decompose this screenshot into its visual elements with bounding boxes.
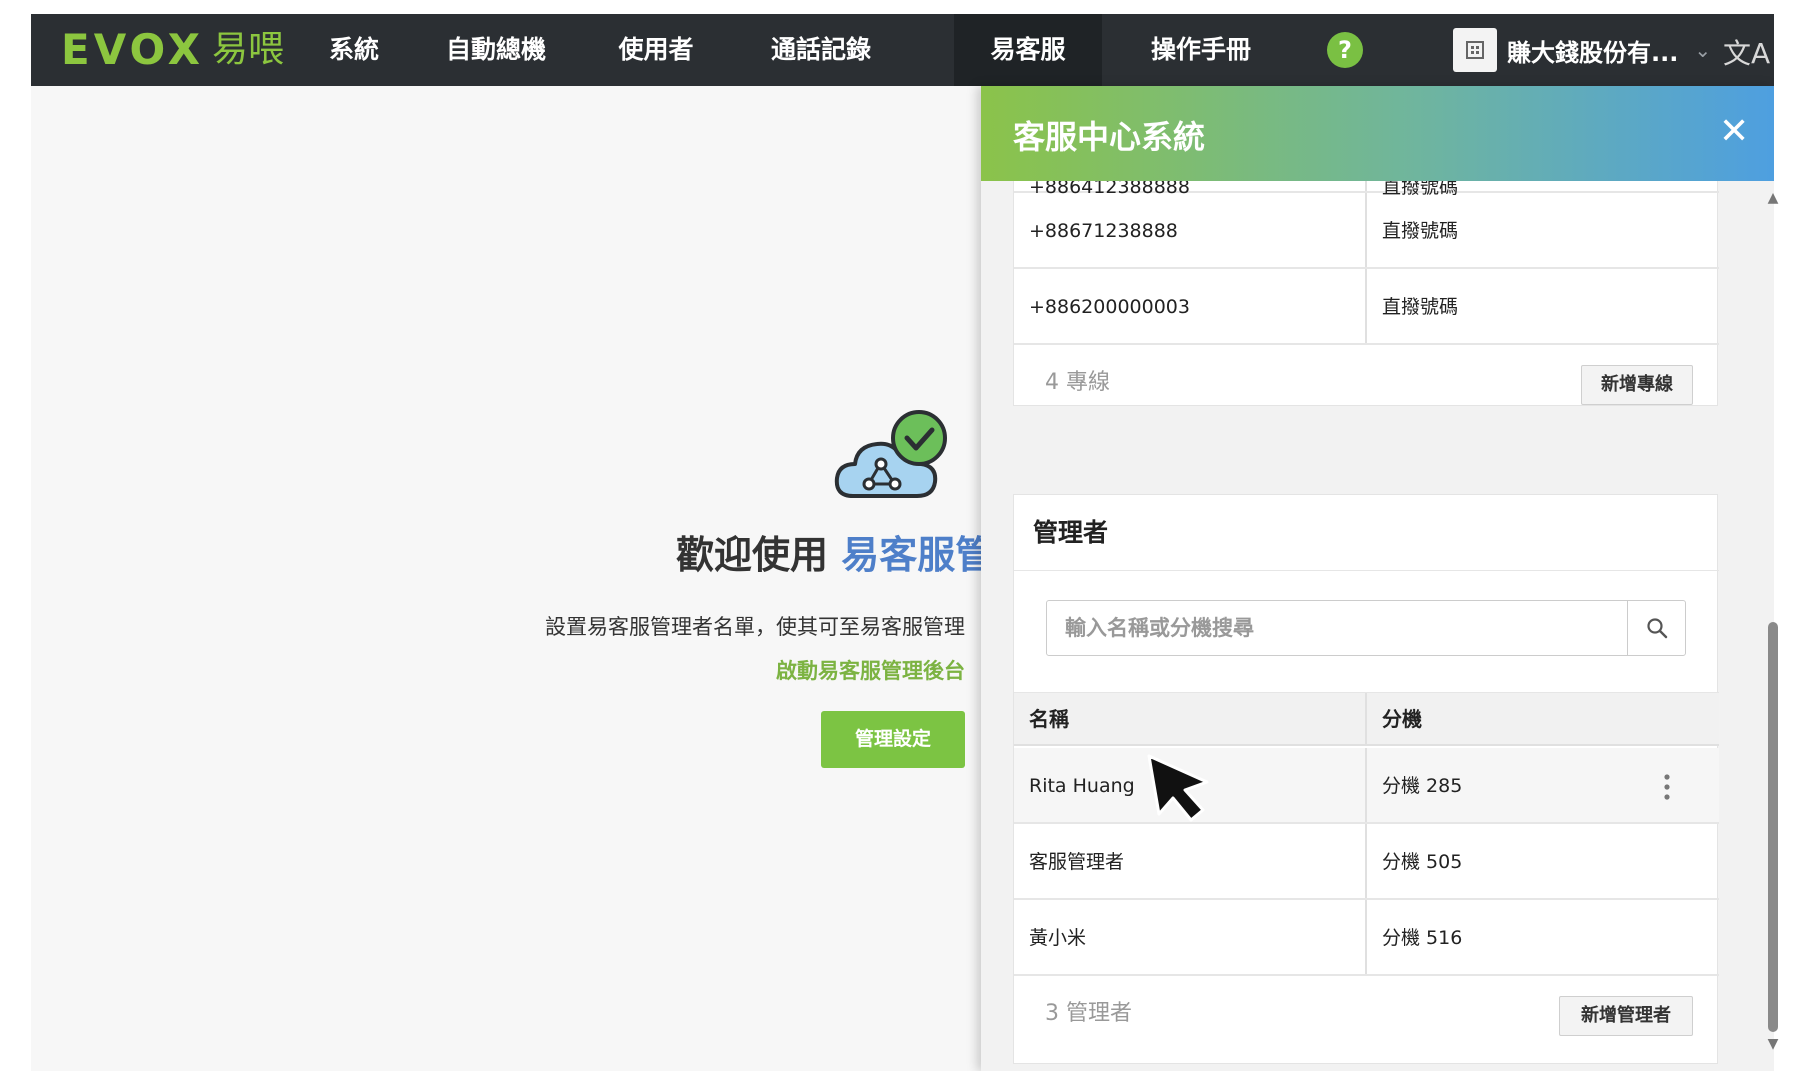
column-header-name[interactable]: 名稱 — [1029, 693, 1069, 745]
manager-ext: 分機 516 — [1382, 927, 1463, 949]
column-divider — [1365, 693, 1367, 744]
welcome-title: 歡迎使用 易客服管 — [676, 524, 993, 579]
search-icon[interactable] — [1627, 601, 1685, 655]
table-row[interactable]: Rita Huang 分機 285 — [1014, 748, 1719, 824]
lines-footer: 4 專線 新增專線 — [1014, 345, 1719, 421]
manager-search — [1046, 600, 1686, 656]
column-divider — [1365, 193, 1367, 267]
line-number: +88671238888 — [1029, 220, 1178, 242]
table-header: 名稱 分機 — [1014, 692, 1719, 746]
managers-card: 管理者 名稱 分機 Rita Huang 分機 285 — [1013, 494, 1719, 1064]
more-vertical-icon[interactable] — [1664, 774, 1670, 804]
lines-count: 4 專線 — [1045, 370, 1110, 395]
manager-name: Rita Huang — [1029, 775, 1135, 797]
column-divider — [1365, 900, 1367, 974]
activate-admin-link[interactable]: 啟動易客服管理後台 — [776, 655, 965, 685]
top-nav: EVOX 易喂 系統 自動總機 使用者 通話記錄 易客服 操作手冊 ? 賺大錢股… — [31, 14, 1774, 86]
column-divider — [1365, 269, 1367, 343]
company-name: 賺大錢股份有... — [1507, 38, 1679, 67]
managers-footer: 3 管理者 新增管理者 — [1014, 976, 1719, 1052]
add-manager-button[interactable]: 新增管理者 — [1559, 996, 1693, 1036]
column-divider — [1365, 748, 1367, 822]
heading-divider — [1014, 570, 1719, 571]
add-line-button[interactable]: 新增專線 — [1581, 365, 1693, 405]
scroll-up-icon[interactable]: ▲ — [1765, 190, 1781, 206]
line-type: 直撥號碼 — [1382, 220, 1459, 242]
managers-heading: 管理者 — [1033, 518, 1109, 547]
app-window: EVOX 易喂 系統 自動總機 使用者 通話記錄 易客服 操作手冊 ? 賺大錢股… — [31, 14, 1774, 1071]
table-row[interactable]: +886200000003 直撥號碼 — [1014, 269, 1719, 345]
customer-service-panel: 客服中心系統 ✕ +886412388888 直撥號碼 +88671238888… — [981, 86, 1774, 1071]
evox-logo[interactable]: EVOX 易喂 — [61, 28, 284, 72]
logo-cn: 易喂 — [212, 29, 285, 70]
close-icon[interactable]: ✕ — [1719, 112, 1749, 152]
welcome-description: 設置易客服管理者名單，使其可至易客服管理 — [545, 615, 965, 639]
nav-item-auto-attendant[interactable]: 自動總機 — [431, 14, 561, 86]
scroll-thumb[interactable] — [1768, 622, 1778, 1032]
table-row[interactable]: 黃小米 分機 516 — [1014, 900, 1719, 976]
welcome-title-accent: 易客服管 — [841, 533, 994, 577]
manager-name: 客服管理者 — [1029, 851, 1125, 873]
nav-item-manual[interactable]: 操作手冊 — [1111, 14, 1291, 86]
panel-scrollbar[interactable]: ▲ ▼ — [1765, 190, 1781, 1052]
welcome-area: 歡迎使用 易客服管 設置易客服管理者名單，使其可至易客服管理 啟動易客服管理後台… — [31, 86, 993, 1071]
table-row[interactable]: 客服管理者 分機 505 — [1014, 824, 1719, 900]
mouse-cursor-icon — [1147, 754, 1209, 822]
nav-item-call-records[interactable]: 通話記錄 — [741, 14, 901, 86]
manager-ext: 分機 285 — [1382, 775, 1463, 797]
chevron-down-icon: ⌄ — [1694, 38, 1712, 62]
column-header-ext[interactable]: 分機 — [1382, 693, 1422, 745]
building-icon — [1453, 28, 1497, 72]
manager-name: 黃小米 — [1029, 927, 1087, 949]
line-type: 直撥號碼 — [1382, 296, 1459, 318]
nav-item-users[interactable]: 使用者 — [591, 14, 721, 86]
manage-settings-button[interactable]: 管理設定 — [821, 711, 965, 768]
managers-count: 3 管理者 — [1045, 1001, 1132, 1026]
line-number: +886200000003 — [1029, 296, 1190, 318]
language-icon[interactable]: 文A — [1723, 32, 1770, 72]
help-icon[interactable]: ? — [1327, 32, 1363, 68]
scroll-down-icon[interactable]: ▼ — [1765, 1036, 1781, 1052]
nav-item-customer-service[interactable]: 易客服 — [954, 14, 1102, 86]
welcome-title-prefix: 歡迎使用 — [676, 533, 829, 577]
search-input[interactable] — [1047, 601, 1627, 655]
company-selector[interactable]: 賺大錢股份有... ⌄ — [1453, 28, 1711, 72]
panel-header: 客服中心系統 ✕ — [981, 86, 1774, 181]
cloud-network-icon — [834, 410, 947, 498]
logo-word: EVOX — [61, 25, 205, 74]
table-row[interactable]: +88671238888 直撥號碼 — [1014, 193, 1719, 269]
nav-item-system[interactable]: 系統 — [299, 14, 409, 86]
panel-title: 客服中心系統 — [1013, 118, 1206, 156]
column-divider — [1365, 824, 1367, 898]
manager-ext: 分機 505 — [1382, 851, 1463, 873]
